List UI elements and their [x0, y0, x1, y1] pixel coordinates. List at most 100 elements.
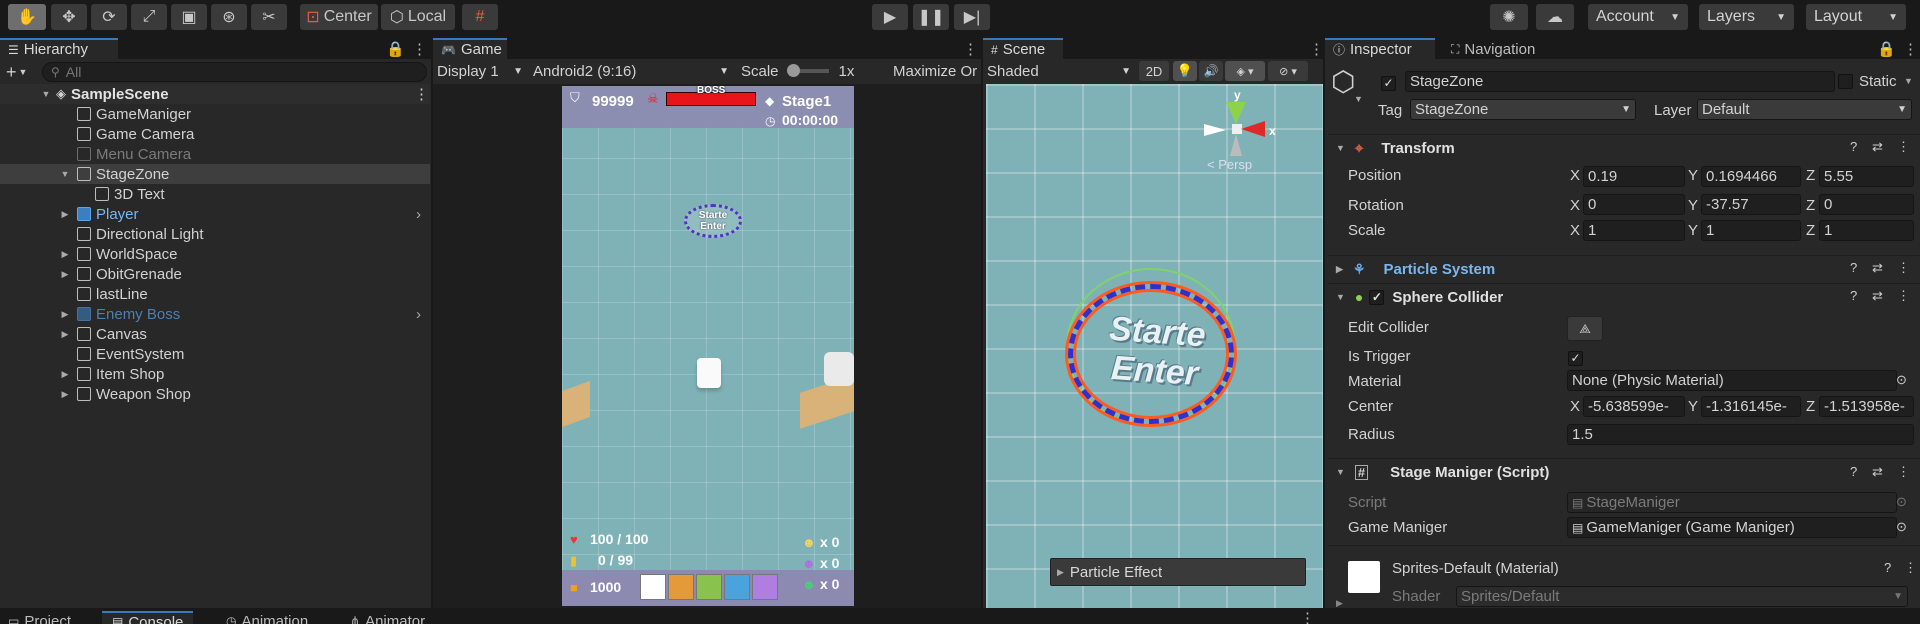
- hidden-objects-toggle[interactable]: ⊘ ▾: [1268, 61, 1308, 81]
- edit-collider-button[interactable]: ⟁: [1567, 316, 1603, 341]
- center-x-field[interactable]: -5.638599e-: [1583, 396, 1685, 417]
- hierarchy-item[interactable]: ▶ WorldSpace: [0, 244, 430, 264]
- active-checkbox[interactable]: ✓: [1381, 74, 1396, 91]
- hierarchy-item[interactable]: ▶ Weapon Shop: [0, 384, 430, 404]
- kebab-menu-icon[interactable]: ⋮: [1897, 288, 1910, 304]
- kebab-menu-icon[interactable]: ⋮: [1897, 464, 1910, 480]
- help-icon[interactable]: ?: [1850, 464, 1857, 479]
- custom-tool-button[interactable]: ✂: [251, 4, 287, 30]
- center-z-field[interactable]: -1.513958e-: [1819, 396, 1914, 417]
- scene-viewport[interactable]: Starte Enter y x < Persp ▶ Particle Effe…: [986, 84, 1323, 608]
- weapon-slot-5[interactable]: [752, 574, 778, 600]
- layout-dropdown[interactable]: Layout ▼: [1806, 4, 1906, 30]
- weapon-slot-4[interactable]: [724, 574, 750, 600]
- collapse-arrow-icon[interactable]: ▼: [40, 89, 52, 99]
- rotate-tool-button[interactable]: ⟳: [91, 4, 127, 30]
- weapon-slot-3[interactable]: [696, 574, 722, 600]
- collapse-arrow-icon[interactable]: ▼: [59, 169, 71, 179]
- neg-y-cone[interactable]: [1230, 134, 1242, 156]
- static-checkbox[interactable]: [1838, 74, 1853, 93]
- transform-tool-button[interactable]: ⊛: [211, 4, 247, 30]
- pivot-center-button[interactable]: ⊡ Center: [300, 4, 378, 30]
- scale-slider[interactable]: [786, 64, 829, 77]
- pause-button[interactable]: ❚❚: [913, 4, 949, 30]
- kebab-menu-icon[interactable]: ⋮: [412, 40, 427, 58]
- kebab-menu-icon[interactable]: ⋮: [1300, 609, 1315, 624]
- material-preview[interactable]: [1348, 561, 1380, 593]
- tab-navigation[interactable]: ⛶ Navigation: [1443, 38, 1559, 59]
- mode-2d-button[interactable]: 2D: [1139, 61, 1169, 81]
- center-y-field[interactable]: -1.316145e-: [1701, 396, 1801, 417]
- hierarchy-item[interactable]: ▶ ObitGrenade: [0, 264, 430, 284]
- tab-scene[interactable]: # Scene: [983, 38, 1063, 59]
- scale-tool-button[interactable]: ⤢: [131, 4, 167, 30]
- particle-effect-overlay[interactable]: ▶ Particle Effect: [1050, 558, 1306, 586]
- expand-arrow-icon[interactable]: ▶: [59, 269, 71, 280]
- expand-arrow-icon[interactable]: ▶: [59, 249, 71, 260]
- icon-dropdown-arrow[interactable]: ▼: [1354, 94, 1363, 104]
- lighting-toggle[interactable]: 💡: [1173, 61, 1197, 81]
- kebab-menu-icon[interactable]: ⋮: [1309, 40, 1324, 58]
- step-button[interactable]: ▶|: [954, 4, 990, 30]
- is-trigger-checkbox[interactable]: ✓: [1568, 349, 1583, 366]
- hierarchy-item[interactable]: Menu Camera: [0, 144, 430, 164]
- help-icon[interactable]: ?: [1850, 288, 1857, 303]
- game-viewport[interactable]: ⛉ 99999 ☠ BOSS ◆ Stage1 ◷ 00:00:00 Start…: [562, 86, 854, 606]
- kebab-menu-icon[interactable]: ⋮: [1897, 260, 1910, 276]
- expand-arrow-icon[interactable]: ▶: [59, 369, 71, 380]
- tab-inspector[interactable]: ⓘ Inspector: [1325, 38, 1435, 59]
- preset-icon[interactable]: ⇄: [1872, 139, 1883, 155]
- kebab-menu-icon[interactable]: ⋮: [1903, 40, 1918, 58]
- hierarchy-item[interactable]: ▶ Canvas: [0, 324, 430, 344]
- draw-mode-dropdown[interactable]: Shaded ▼: [987, 60, 1135, 82]
- preset-icon[interactable]: ⇄: [1872, 464, 1883, 480]
- orientation-gizmo[interactable]: y x < Persp: [1186, 88, 1286, 172]
- scene-row[interactable]: ▼ ◈ SampleScene ⋮: [0, 84, 430, 104]
- collapse-arrow-icon[interactable]: ▼: [1336, 292, 1345, 302]
- hierarchy-item[interactable]: lastLine: [0, 284, 430, 304]
- position-z-field[interactable]: 5.55: [1819, 166, 1914, 187]
- scale-z-field[interactable]: 1: [1819, 220, 1914, 241]
- create-button[interactable]: + ▼: [6, 62, 36, 82]
- expand-arrow-icon[interactable]: ▶: [59, 209, 71, 220]
- position-x-field[interactable]: 0.19: [1583, 166, 1685, 187]
- expand-arrow-icon[interactable]: ▶: [1057, 567, 1064, 578]
- chevron-right-icon[interactable]: ›: [416, 206, 421, 223]
- maximize-toggle[interactable]: Maximize Or: [893, 60, 979, 82]
- hierarchy-item[interactable]: ▶ Enemy Boss ›: [0, 304, 430, 324]
- tab-hierarchy[interactable]: ☰ Hierarchy: [0, 38, 118, 59]
- effects-toggle[interactable]: ◈ ▾: [1225, 61, 1265, 81]
- tab-animation[interactable]: ◷ Animation: [218, 611, 316, 624]
- neg-x-cone[interactable]: [1204, 124, 1226, 136]
- hand-tool-button[interactable]: ✋: [8, 4, 46, 30]
- kebab-menu-icon[interactable]: ⋮: [414, 85, 429, 103]
- expand-arrow-icon[interactable]: ▶: [1336, 264, 1343, 275]
- object-picker-icon[interactable]: ⊙: [1896, 372, 1907, 388]
- hierarchy-item[interactable]: ▶ Player ›: [0, 204, 430, 224]
- object-name-field[interactable]: StageZone: [1405, 71, 1835, 92]
- hierarchy-item[interactable]: Directional Light: [0, 224, 430, 244]
- tag-dropdown[interactable]: StageZone ▼: [1410, 99, 1636, 120]
- grid-snap-button[interactable]: #: [462, 4, 498, 30]
- hierarchy-search-input[interactable]: ⚲ All: [42, 62, 427, 82]
- cloud-button[interactable]: ☁: [1536, 4, 1574, 30]
- rotation-y-field[interactable]: -37.57: [1701, 194, 1801, 215]
- position-y-field[interactable]: 0.1694466: [1701, 166, 1801, 187]
- hierarchy-item[interactable]: ▶ Item Shop: [0, 364, 430, 384]
- audio-toggle[interactable]: 🔊: [1199, 61, 1223, 81]
- scale-x-field[interactable]: 1: [1583, 220, 1685, 241]
- projection-toggle[interactable]: < Persp: [1207, 157, 1252, 172]
- kebab-menu-icon[interactable]: ⋮: [1897, 139, 1910, 155]
- tab-animator[interactable]: ⋔ Animator: [342, 611, 433, 624]
- services-button[interactable]: ✺: [1490, 4, 1528, 30]
- preset-icon[interactable]: ⇄: [1872, 288, 1883, 304]
- weapon-slot-2[interactable]: [668, 574, 694, 600]
- chevron-right-icon[interactable]: ›: [416, 306, 421, 323]
- help-icon[interactable]: ?: [1850, 260, 1857, 275]
- physic-material-field[interactable]: None (Physic Material): [1567, 370, 1897, 391]
- expand-arrow-icon[interactable]: ▶: [59, 309, 71, 320]
- tab-project[interactable]: ▭ Project: [0, 611, 79, 624]
- game-maniger-field[interactable]: ▤ GameManiger (Game Maniger): [1567, 517, 1897, 538]
- tab-game[interactable]: 🎮 Game: [433, 38, 507, 59]
- hierarchy-item-selected[interactable]: ▼ StageZone: [0, 164, 430, 184]
